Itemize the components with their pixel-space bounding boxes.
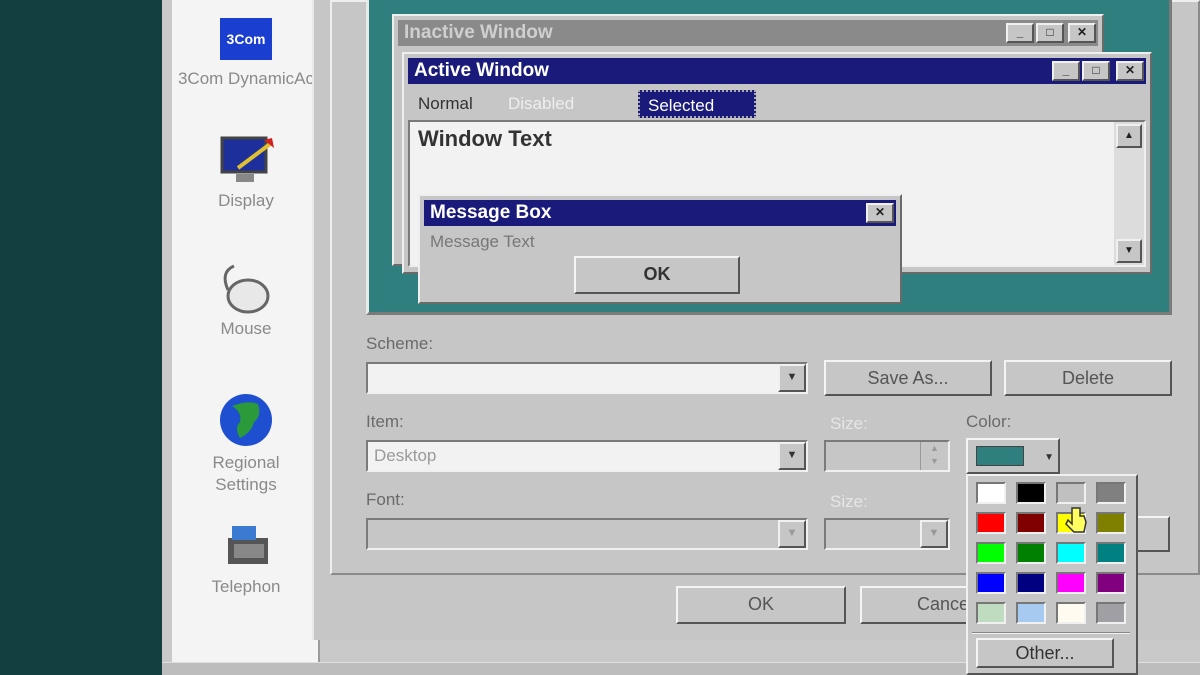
color-swatch[interactable] bbox=[1096, 482, 1126, 504]
item-size-label: Size: bbox=[830, 414, 868, 433]
cp-item-display[interactable]: Display bbox=[172, 134, 320, 212]
font-label: Font: bbox=[366, 490, 405, 509]
3com-badge: 3Com bbox=[220, 18, 272, 60]
minimize-icon: _ bbox=[1006, 23, 1034, 43]
scheme-dropdown[interactable]: ▼ bbox=[366, 362, 808, 394]
scroll-down-icon: ▼ bbox=[1116, 239, 1142, 263]
message-box-title-bar: Message Box ✕ bbox=[424, 200, 896, 226]
color-swatch[interactable] bbox=[1096, 542, 1126, 564]
vertical-scrollbar: ▲ ▼ bbox=[1114, 122, 1144, 265]
color-swatch[interactable] bbox=[976, 512, 1006, 534]
font-color-button bbox=[1136, 516, 1170, 552]
display-icon bbox=[214, 134, 278, 190]
globe-icon bbox=[214, 392, 278, 448]
color-swatch[interactable] bbox=[1016, 482, 1046, 504]
cp-item-mouse[interactable]: Mouse bbox=[172, 262, 320, 340]
desktop-background bbox=[0, 0, 162, 675]
control-panel-icon-list: 3Com 3Com DynamicAc Display Mouse Region… bbox=[172, 0, 320, 662]
cp-item-3com[interactable]: 3Com 3Com DynamicAc bbox=[172, 16, 320, 90]
font-size-label: Size: bbox=[830, 492, 868, 511]
cp-item-label: Telephon bbox=[211, 577, 281, 596]
ok-button[interactable]: OK bbox=[676, 586, 846, 624]
color-swatch[interactable] bbox=[1096, 602, 1126, 624]
cp-item-label: Mouse bbox=[220, 319, 272, 338]
mouse-icon bbox=[214, 262, 278, 318]
inactive-title-bar: Inactive Window _ □ ✕ bbox=[398, 20, 1098, 46]
cp-item-regional[interactable]: Regional Settings bbox=[172, 392, 320, 496]
window-text: Window Text bbox=[418, 126, 552, 151]
save-as-button[interactable]: Save As... bbox=[824, 360, 992, 396]
item-size-spinner: ▲ ▼ bbox=[824, 440, 950, 472]
chevron-down-icon: ▼ bbox=[920, 520, 948, 548]
color-swatch[interactable] bbox=[1096, 572, 1126, 594]
close-icon: ✕ bbox=[1068, 23, 1096, 43]
delete-button[interactable]: Delete bbox=[1004, 360, 1172, 396]
font-dropdown: ▼ bbox=[366, 518, 808, 550]
item-dropdown[interactable]: Desktop ▼ bbox=[366, 440, 808, 472]
color-label: Color: bbox=[966, 412, 1012, 431]
color-swatch[interactable] bbox=[976, 542, 1006, 564]
chevron-down-icon[interactable]: ▼ bbox=[778, 442, 806, 470]
color-swatch[interactable] bbox=[976, 482, 1006, 504]
color-swatch bbox=[976, 446, 1024, 466]
message-box-title: Message Box bbox=[430, 202, 552, 223]
cp-item-telephony[interactable]: Telephon bbox=[172, 520, 320, 598]
scheme-label: Scheme: bbox=[366, 334, 434, 353]
preview-menu-bar: Normal Disabled Selected bbox=[410, 90, 1146, 118]
active-title-bar: Active Window _ □ ✕ bbox=[408, 58, 1146, 84]
cursor-icon bbox=[1064, 504, 1090, 539]
color-picker-button[interactable]: ▼ bbox=[966, 438, 1060, 474]
font-size-dropdown: ▼ bbox=[824, 518, 950, 550]
color-swatch[interactable] bbox=[1056, 482, 1086, 504]
other-color-button[interactable]: Other... bbox=[976, 638, 1114, 668]
cp-item-label: Regional Settings bbox=[212, 453, 280, 494]
cp-item-label: Display bbox=[218, 191, 274, 210]
chevron-down-icon[interactable]: ▼ bbox=[778, 364, 806, 392]
menu-normal: Normal bbox=[418, 94, 473, 113]
item-value: Desktop bbox=[374, 446, 437, 465]
active-window-title: Active Window bbox=[414, 60, 549, 81]
color-swatch[interactable] bbox=[1096, 512, 1126, 534]
maximize-icon: □ bbox=[1036, 23, 1064, 43]
scroll-up-icon: ▲ bbox=[1116, 124, 1142, 148]
color-swatch[interactable] bbox=[1056, 602, 1086, 624]
color-swatch[interactable] bbox=[1016, 572, 1046, 594]
message-text: Message Text bbox=[430, 232, 535, 251]
item-label: Item: bbox=[366, 412, 404, 431]
chevron-down-icon: ▼ bbox=[778, 520, 806, 548]
color-swatch[interactable] bbox=[1016, 602, 1046, 624]
divider bbox=[972, 632, 1130, 634]
menu-selected: Selected bbox=[638, 90, 756, 118]
menu-disabled: Disabled bbox=[508, 94, 575, 113]
color-palette-popup: Other... bbox=[966, 474, 1138, 675]
close-icon: ✕ bbox=[1116, 61, 1144, 81]
message-ok-button: OK bbox=[574, 256, 740, 294]
color-swatch[interactable] bbox=[1056, 542, 1086, 564]
spinner-arrows-icon: ▲ ▼ bbox=[920, 442, 948, 470]
telephony-icon bbox=[214, 520, 278, 576]
close-icon: ✕ bbox=[866, 203, 894, 223]
color-swatch[interactable] bbox=[976, 602, 1006, 624]
color-swatch[interactable] bbox=[1016, 512, 1046, 534]
message-box: Message Box ✕ Message Text OK bbox=[418, 194, 902, 304]
color-swatch[interactable] bbox=[1016, 542, 1046, 564]
color-swatch[interactable] bbox=[1056, 572, 1086, 594]
chevron-down-icon: ▼ bbox=[1044, 452, 1054, 463]
network-card-icon: 3Com bbox=[214, 16, 278, 72]
inactive-window-title: Inactive Window bbox=[404, 22, 553, 43]
color-swatch[interactable] bbox=[976, 572, 1006, 594]
minimize-icon: _ bbox=[1052, 61, 1080, 81]
maximize-icon: □ bbox=[1082, 61, 1110, 81]
